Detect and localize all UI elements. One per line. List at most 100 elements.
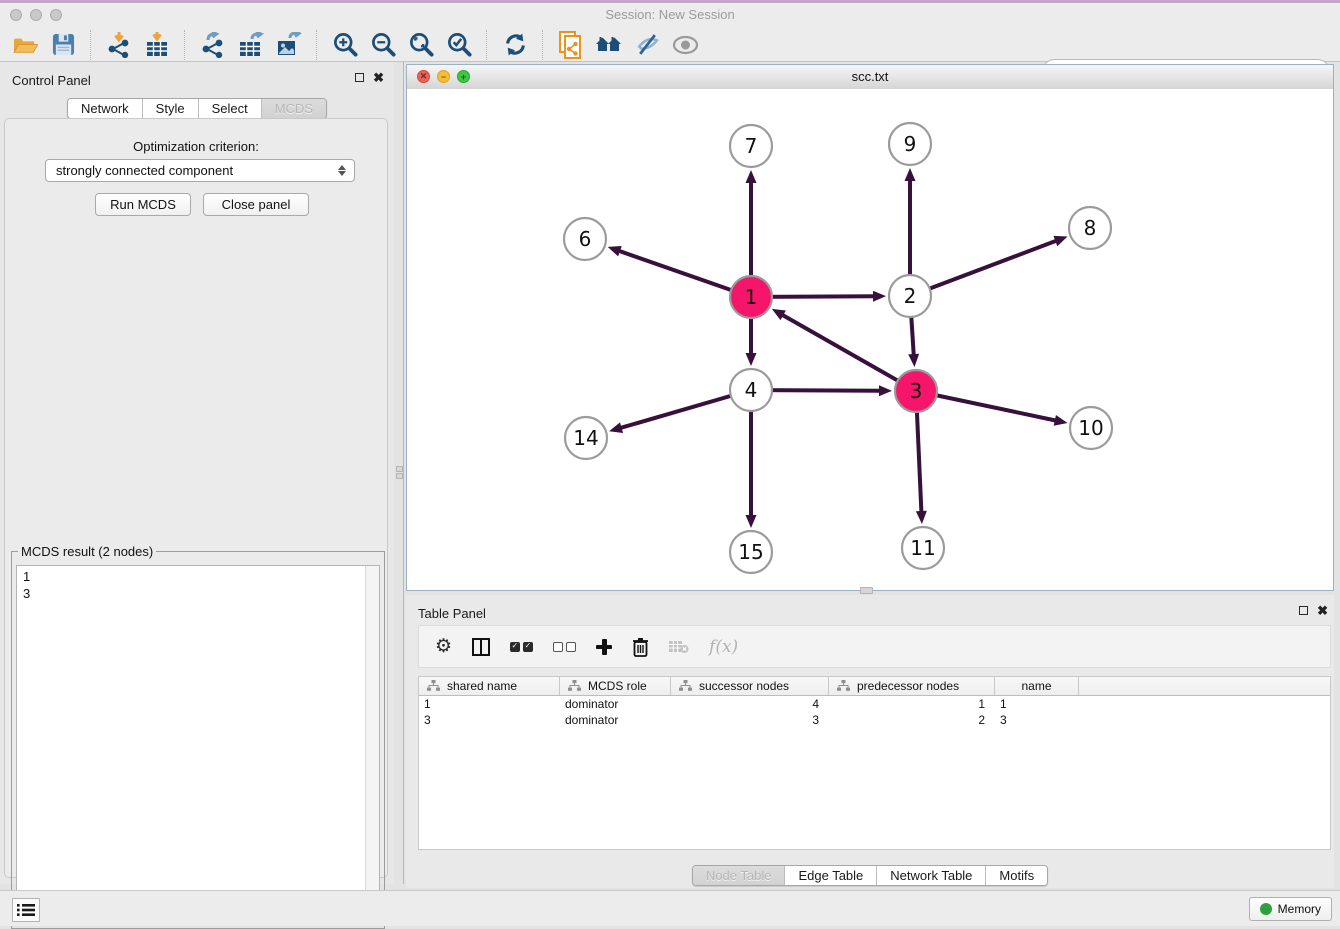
float-table-panel-icon[interactable]: [1299, 606, 1308, 615]
save-session-button[interactable]: [44, 30, 82, 60]
splitter-grip[interactable]: [396, 466, 403, 472]
graph-node-label: 4: [745, 378, 758, 402]
export-table-button[interactable]: [232, 30, 270, 60]
graph-edge-arrowhead: [879, 385, 892, 396]
import-table-button[interactable]: [138, 30, 176, 60]
panel-splitter[interactable]: [394, 62, 406, 884]
table-tabs: Node TableEdge TableNetwork TableMotifs: [692, 865, 1048, 886]
table-body: 1dominator4113dominator323: [419, 696, 1330, 728]
column-header-label: successor nodes: [699, 679, 789, 693]
tab-edge-table[interactable]: Edge Table: [784, 866, 876, 885]
graph-edge-arrowhead: [916, 511, 927, 524]
toolbar-separator: [486, 30, 488, 60]
close-panel-icon[interactable]: ✖: [373, 72, 384, 83]
graph-node-label: 1: [745, 285, 758, 309]
toolbar-separator: [184, 30, 186, 60]
optimization-dropdown[interactable]: strongly connected component: [45, 159, 355, 182]
home-panel-button[interactable]: [590, 30, 628, 60]
zoom-selected-button[interactable]: [440, 30, 478, 60]
unselect-all-button[interactable]: [553, 642, 576, 652]
tab-mcds[interactable]: MCDS: [261, 99, 326, 118]
control-panel-title: Control Panel: [12, 73, 91, 88]
close-panel-button[interactable]: Close panel: [203, 193, 309, 216]
zoom-out-button[interactable]: [364, 30, 402, 60]
horizontal-splitter-grip[interactable]: [860, 587, 873, 594]
optimization-label: Optimization criterion:: [5, 139, 387, 154]
memory-button[interactable]: Memory: [1249, 897, 1332, 921]
column-header-label: MCDS role: [588, 679, 647, 693]
column-header-successor-nodes[interactable]: successor nodes: [671, 677, 829, 695]
window-titlebar: Session: New Session: [0, 3, 1340, 28]
open-session-button[interactable]: [6, 30, 44, 60]
dropdown-stepper-icon: [333, 165, 351, 176]
select-all-button[interactable]: [510, 642, 533, 652]
network-canvas[interactable]: 7968124314101511: [407, 89, 1333, 590]
mcds-result-text: 1 3: [23, 568, 361, 921]
run-mcds-button[interactable]: Run MCDS: [95, 193, 191, 216]
tab-network[interactable]: Network: [68, 99, 142, 118]
zoom-out-icon: [370, 31, 397, 58]
column-header-name[interactable]: name: [995, 677, 1079, 695]
graph-node-label: 9: [904, 132, 917, 156]
tab-style[interactable]: Style: [142, 99, 198, 118]
graph-node-label: 7: [745, 134, 758, 158]
table-row[interactable]: 3dominator323: [419, 712, 1330, 728]
graph-edge-arrowhead: [608, 246, 622, 256]
close-table-panel-icon[interactable]: ✖: [1317, 605, 1328, 616]
network-window-titlebar[interactable]: ✕ − + scc.txt: [407, 65, 1333, 90]
zoom-in-button[interactable]: [326, 30, 364, 60]
table-panel: Table Panel ✖ ⚙ f(x): [406, 595, 1334, 888]
import-network-button[interactable]: [100, 30, 138, 60]
graph-edge-2-8[interactable]: [910, 240, 1057, 296]
add-column-button[interactable]: [596, 639, 612, 655]
export-image-button[interactable]: [270, 30, 308, 60]
column-header-predecessor-nodes[interactable]: predecessor nodes: [829, 677, 995, 695]
tab-network-table[interactable]: Network Table: [876, 866, 985, 885]
graph-edge-arrowhead: [746, 353, 757, 366]
mcds-result-group: MCDS result (2 nodes) 1 3: [11, 551, 385, 929]
tab-node-table[interactable]: Node Table: [693, 866, 785, 885]
apply-layout-button[interactable]: [496, 30, 534, 60]
table-row[interactable]: 1dominator411: [419, 696, 1330, 712]
delete-column-button[interactable]: [632, 637, 649, 657]
attribute-tree-icon: [568, 680, 581, 692]
graph-edge-arrowhead: [1054, 415, 1068, 426]
table-cell: 1: [419, 697, 560, 711]
graph-node-label: 3: [910, 379, 923, 403]
houses-icon: [595, 34, 623, 56]
graph-node-label: 8: [1084, 216, 1097, 240]
export-table-icon: [238, 32, 264, 58]
network-from-selection-button[interactable]: [552, 30, 590, 60]
graph-edge-3-1[interactable]: [781, 314, 916, 391]
control-panel: Control Panel ✖ NetworkStyleSelectMCDS O…: [0, 62, 394, 884]
tab-motifs[interactable]: Motifs: [985, 866, 1047, 885]
graph-node-label: 11: [910, 536, 935, 560]
zoom-fit-button[interactable]: [402, 30, 440, 60]
birdseye-view-button[interactable]: [666, 30, 704, 60]
mcds-result-area[interactable]: 1 3: [16, 565, 380, 924]
table-settings-button[interactable]: ⚙: [435, 637, 452, 656]
style-toggle-button[interactable]: [628, 30, 666, 60]
graph-node-label: 10: [1078, 416, 1103, 440]
column-header-label: name: [1021, 679, 1051, 693]
splitter-grip[interactable]: [396, 473, 403, 479]
zoom-fit-icon: [408, 31, 435, 58]
float-panel-icon[interactable]: [355, 73, 364, 82]
function-builder-button-disabled: f(x): [709, 637, 738, 657]
tab-select[interactable]: Select: [198, 99, 261, 118]
task-history-button[interactable]: [12, 898, 40, 922]
column-header-MCDS-role[interactable]: MCDS role: [560, 677, 671, 695]
list-icon: [17, 903, 35, 917]
table-cell: 2: [829, 713, 995, 727]
export-network-button[interactable]: [194, 30, 232, 60]
eye-icon: [672, 35, 699, 55]
show-columns-button[interactable]: [472, 638, 490, 656]
table-cell: 1: [829, 697, 995, 711]
table-cell: dominator: [560, 713, 671, 727]
optimization-value: strongly connected component: [46, 163, 333, 178]
mcds-result-title: MCDS result (2 nodes): [18, 544, 156, 559]
result-scrollbar[interactable]: [365, 566, 379, 923]
graph-svg: 7968124314101511: [407, 89, 1333, 590]
table-cell: dominator: [560, 697, 671, 711]
column-header-shared-name[interactable]: shared name: [419, 677, 560, 695]
